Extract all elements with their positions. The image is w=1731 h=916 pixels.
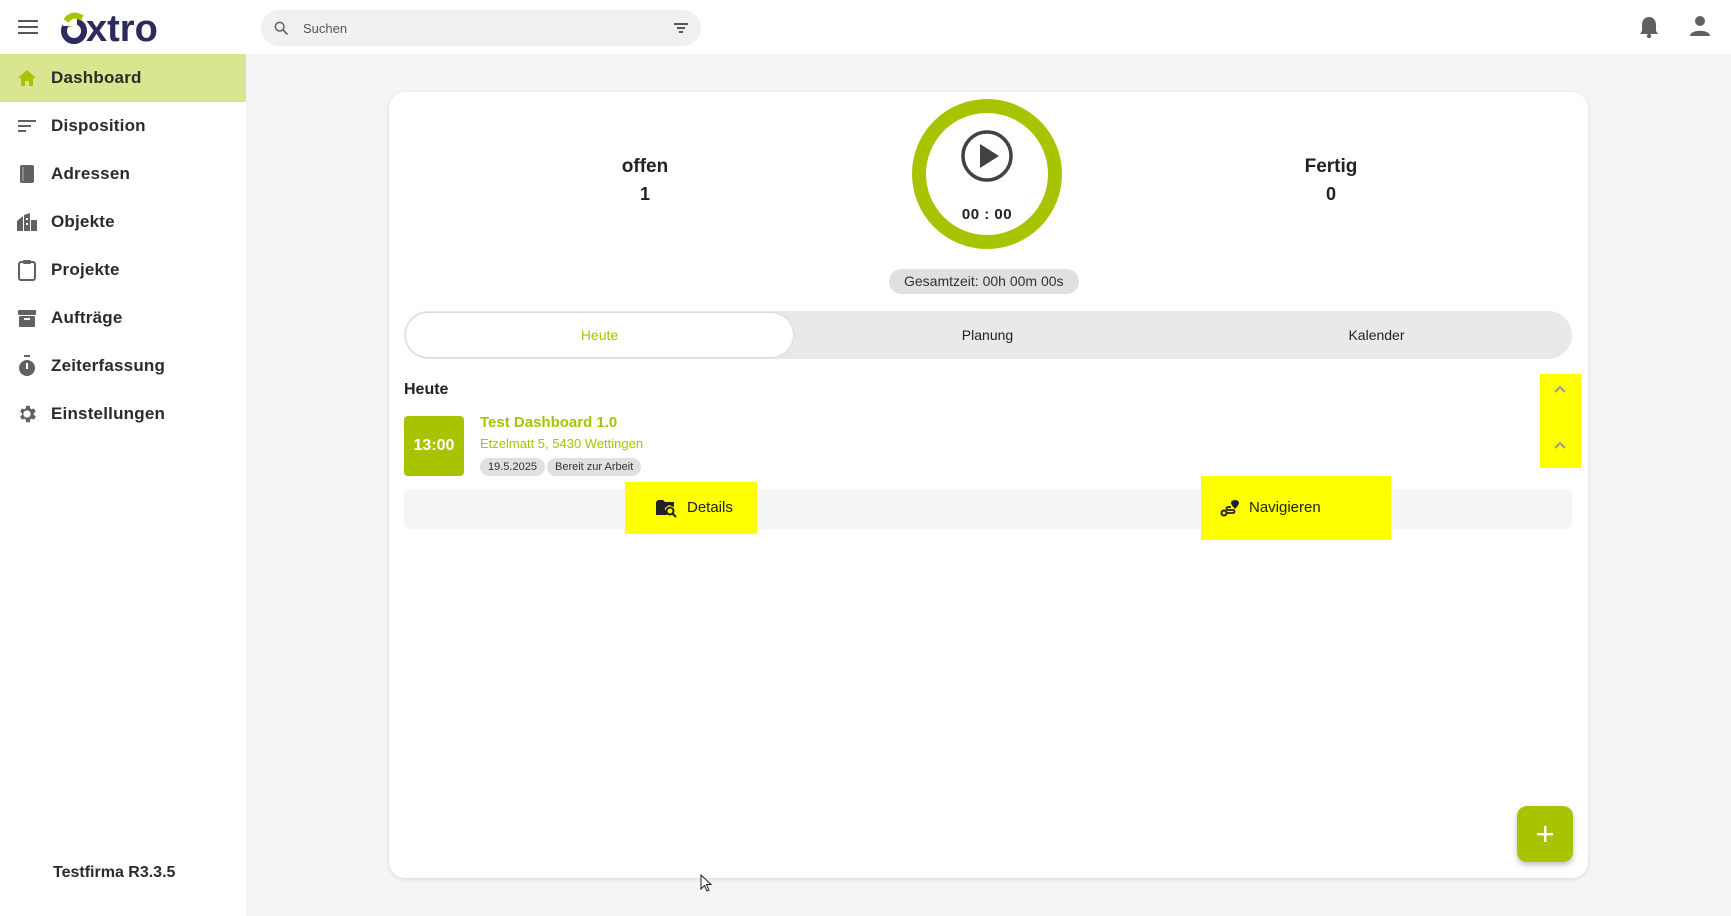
job-time-box: 13:00 <box>404 416 464 476</box>
tab-heute[interactable]: Heute <box>405 312 794 358</box>
stopwatch-icon <box>16 355 38 377</box>
play-icon[interactable] <box>960 129 1014 183</box>
dashboard-card: offen 1 00 : 00 Fertig 0 Gesamtzeit: 00h… <box>389 92 1588 878</box>
sidebar-item-projekte[interactable]: Projekte <box>0 246 246 294</box>
sidebar-item-objekte[interactable]: Objekte <box>0 198 246 246</box>
sidebar-item-label: Zeiterfassung <box>51 356 166 375</box>
home-icon <box>16 67 38 89</box>
search-bar <box>261 10 701 46</box>
sidebar-item-disposition[interactable]: Disposition <box>0 102 246 150</box>
sidebar-item-label: Disposition <box>51 116 146 135</box>
svg-text:xtro: xtro <box>86 8 158 46</box>
add-button[interactable] <box>1517 806 1573 862</box>
sort-lines-icon <box>16 115 38 137</box>
search-input[interactable] <box>303 10 643 46</box>
menu-icon[interactable] <box>16 15 40 39</box>
sidebar-item-label: Dashboard <box>51 68 142 87</box>
job-title[interactable]: Test Dashboard 1.0 <box>480 414 617 431</box>
plus-icon <box>1537 826 1553 842</box>
user-icon[interactable] <box>1688 14 1712 38</box>
total-time-badge: Gesamtzeit: 00h 00m 00s <box>889 269 1079 294</box>
done-label: Fertig <box>1304 156 1358 177</box>
folder-search-icon <box>656 500 677 518</box>
top-bar: xtro <box>0 0 1731 54</box>
buildings-icon <box>16 211 38 233</box>
archive-icon <box>16 307 38 329</box>
sidebar-item-dashboard[interactable]: Dashboard <box>0 54 246 102</box>
sidebar-item-adressen[interactable]: Adressen <box>0 150 246 198</box>
version-label: Testfirma R3.3.5 <box>53 864 176 881</box>
sidebar-item-label: Objekte <box>51 212 115 231</box>
job-address: Etzelmatt 5, 5430 Wettingen <box>480 436 644 451</box>
extro-logo[interactable]: xtro <box>60 4 190 48</box>
sidebar-item-auftraege[interactable]: Aufträge <box>0 294 246 342</box>
done-stat: Fertig 0 <box>1251 156 1411 205</box>
gear-icon <box>16 403 38 425</box>
navigate-button[interactable]: Navigieren <box>1201 476 1391 540</box>
mouse-cursor-icon <box>700 874 713 892</box>
sidebar-item-label: Einstellungen <box>51 404 166 423</box>
sidebar: Dashboard Disposition Adressen Objekte P… <box>0 54 246 916</box>
sidebar-item-label: Adressen <box>51 164 131 183</box>
open-value: 1 <box>639 184 650 204</box>
tab-planung[interactable]: Planung <box>793 311 1182 359</box>
details-label: Details <box>687 499 733 516</box>
sidebar-item-einstellungen[interactable]: Einstellungen <box>0 390 246 438</box>
view-tabs: Heute Planung Kalender <box>404 311 1572 359</box>
sidebar-item-zeiterfassung[interactable]: Zeiterfassung <box>0 342 246 390</box>
filter-icon[interactable] <box>673 21 689 35</box>
chevron-up-icon[interactable] <box>1553 440 1567 450</box>
done-value: 0 <box>1325 184 1336 204</box>
book-icon <box>16 163 38 185</box>
section-title-heute: Heute <box>404 381 449 398</box>
status-badge: Bereit zur Arbeit <box>547 458 642 476</box>
collapse-controls <box>1540 374 1581 468</box>
search-icon <box>274 21 288 35</box>
details-button[interactable]: Details <box>625 482 757 534</box>
route-icon <box>1220 500 1239 517</box>
timer-time: 00 : 00 <box>961 206 1013 223</box>
tab-kalender[interactable]: Kalender <box>1182 311 1571 359</box>
timer-ring: 00 : 00 <box>912 99 1062 249</box>
bell-icon[interactable] <box>1638 15 1660 39</box>
job-action-bar <box>404 489 1572 529</box>
sidebar-item-label: Aufträge <box>51 308 123 327</box>
navigate-label: Navigieren <box>1249 499 1321 516</box>
date-chip: 19.5.2025 <box>480 458 545 476</box>
clipboard-icon <box>16 259 38 281</box>
open-label: offen <box>621 156 669 177</box>
open-stat: offen 1 <box>565 156 725 205</box>
sidebar-item-label: Projekte <box>51 260 120 279</box>
chevron-up-icon[interactable] <box>1553 384 1567 394</box>
